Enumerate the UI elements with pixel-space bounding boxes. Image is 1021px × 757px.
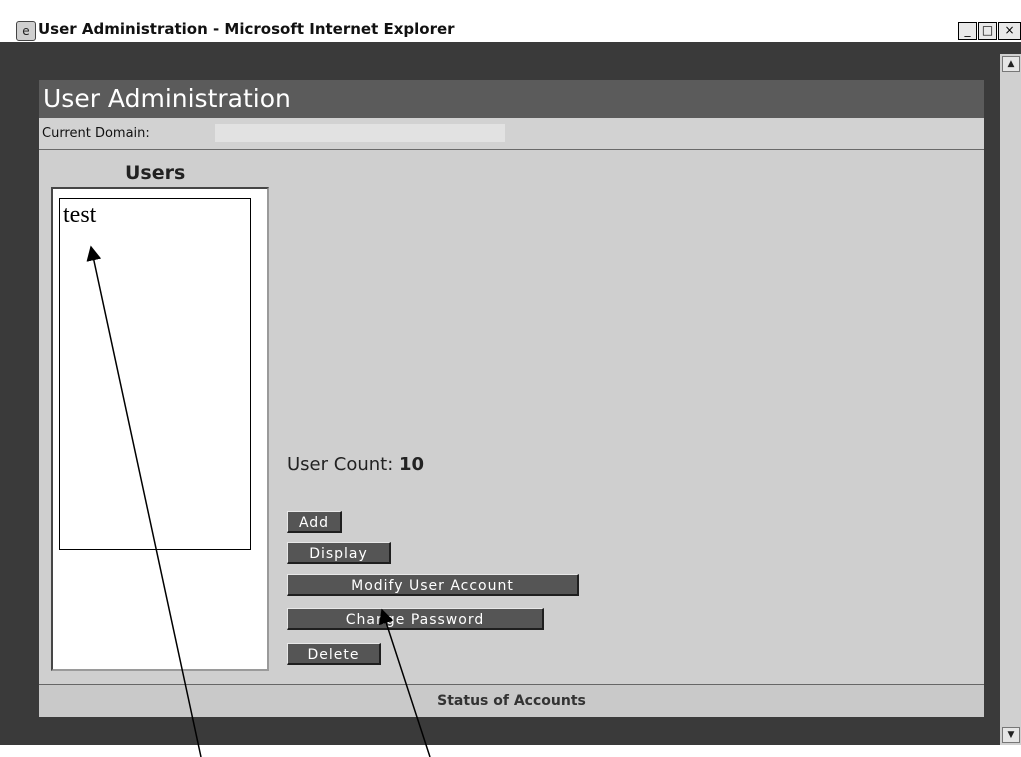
title-bar: e User Administration - Microsoft Intern… — [0, 0, 1021, 42]
maximize-button[interactable]: □ — [978, 22, 997, 40]
display-button[interactable]: Display — [287, 542, 391, 564]
domain-row: Current Domain: — [39, 118, 984, 150]
user-count-label: User Count: — [287, 454, 394, 475]
browser-window: e User Administration - Microsoft Intern… — [0, 0, 1021, 745]
add-button[interactable]: Add — [287, 511, 342, 533]
domain-value-redacted — [215, 124, 505, 142]
vertical-scrollbar[interactable]: ▲ ▼ — [1000, 54, 1021, 745]
domain-label: Current Domain: — [42, 126, 150, 141]
user-admin-panel: User Administration Current Domain: User… — [39, 80, 984, 717]
minimize-button[interactable]: _ — [958, 22, 977, 40]
window-title: User Administration - Microsoft Internet… — [38, 20, 455, 38]
page-header: User Administration — [39, 80, 984, 118]
status-label: Status of Accounts — [437, 693, 586, 709]
user-count: User Count: 10 — [287, 454, 424, 475]
modify-user-account-button[interactable]: Modify User Account — [287, 574, 579, 596]
user-list-item[interactable]: test — [63, 202, 96, 229]
status-bar: Status of Accounts — [39, 684, 984, 717]
page-title: User Administration — [43, 84, 291, 113]
scroll-up-icon[interactable]: ▲ — [1002, 56, 1020, 72]
user-count-value: 10 — [399, 454, 425, 475]
scroll-down-icon[interactable]: ▼ — [1002, 727, 1020, 743]
ie-icon: e — [16, 21, 36, 41]
users-listbox[interactable]: test — [59, 198, 251, 550]
users-heading: Users — [125, 162, 186, 184]
delete-button[interactable]: Delete — [287, 643, 381, 665]
change-password-button[interactable]: Change Password — [287, 608, 544, 630]
close-button[interactable]: × — [998, 22, 1021, 40]
